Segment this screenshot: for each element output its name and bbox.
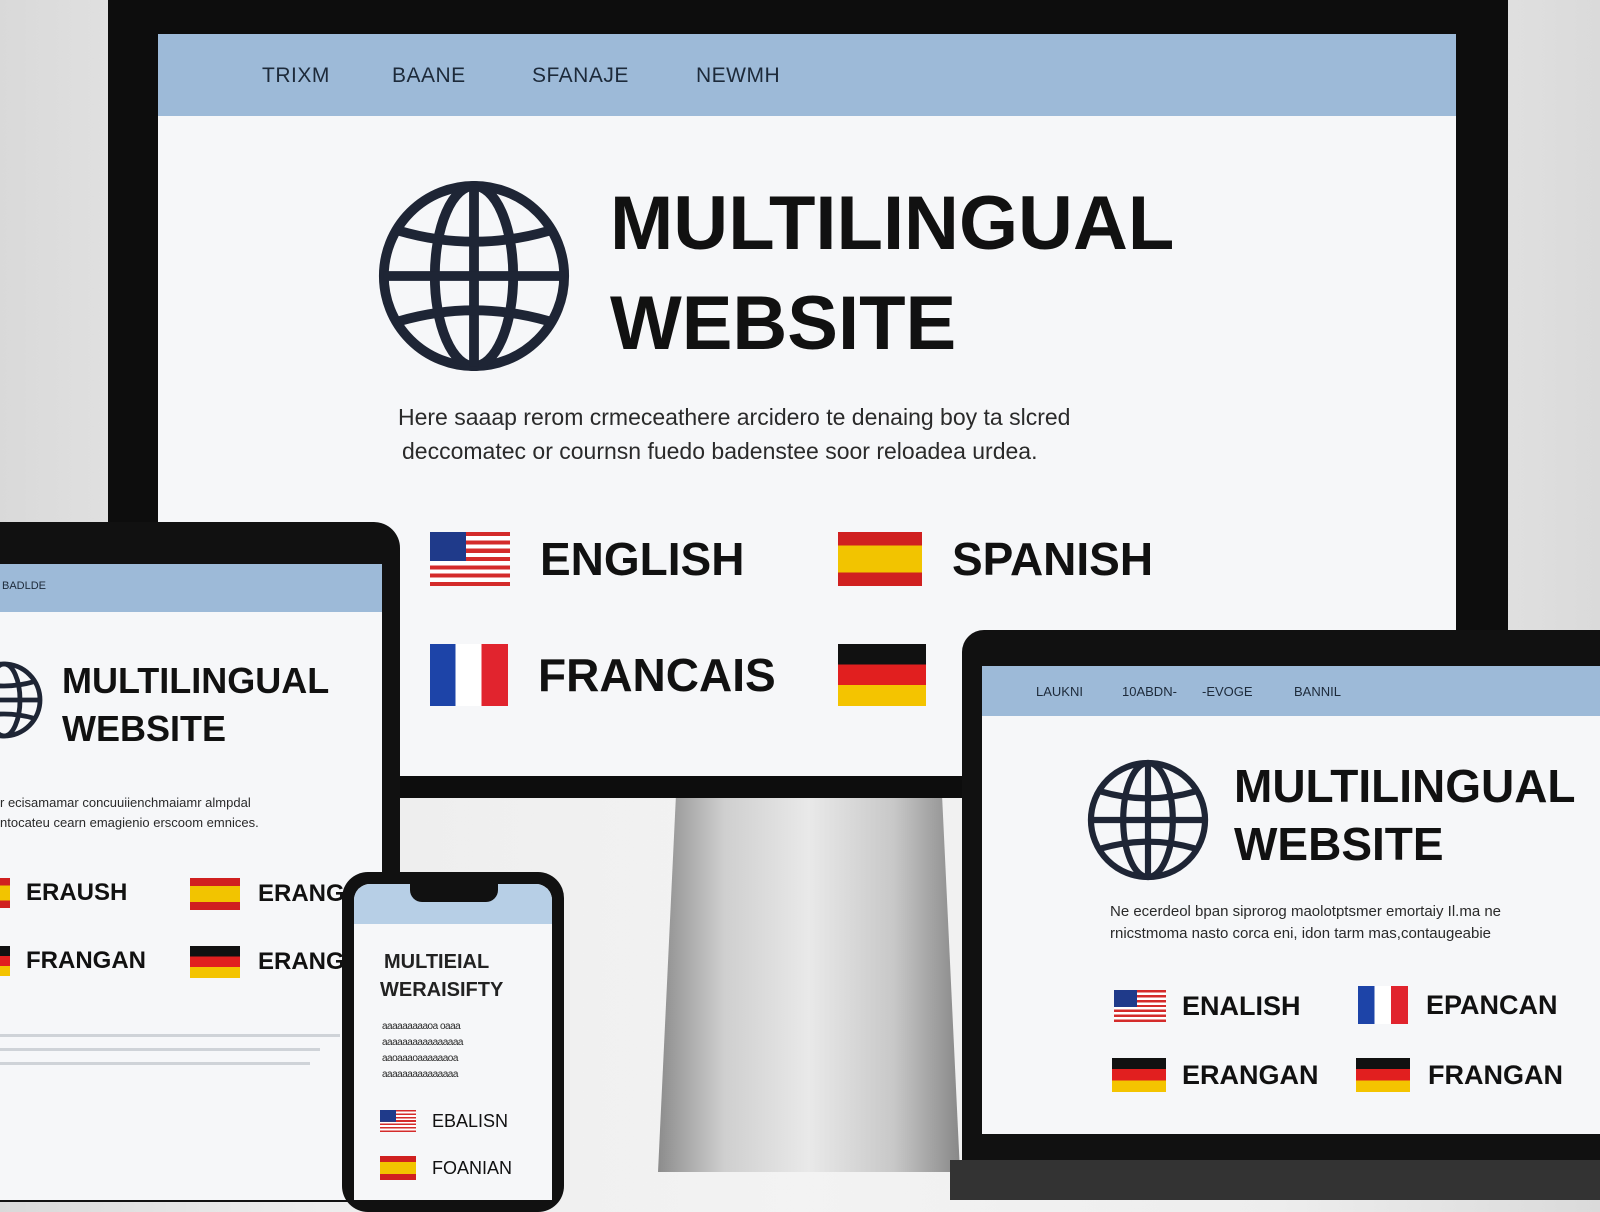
- phone-language-option[interactable]: FOANIAN: [380, 1156, 512, 1180]
- nav-item-2[interactable]: BAANE: [392, 64, 466, 88]
- tablet-screen: BADLDE MULTILINGUAL WEBSITE r ecisamamar…: [0, 564, 382, 1200]
- germany-flag-icon: [190, 946, 240, 978]
- laptop-nav-bar: LAUKNI 10ABDN- -EVOGE BANNIL: [982, 666, 1600, 716]
- language-label: FRANCAIS: [538, 649, 776, 701]
- laptop-language-option[interactable]: ENALISH: [1114, 990, 1301, 1022]
- tablet-description-line2: ntocateu cearn emagienio erscoom emnices…: [0, 815, 259, 830]
- monitor-nav-bar: TRIXM BAANE SFANAJE NEWMH: [158, 34, 1456, 116]
- spain-flag-icon: [838, 532, 922, 586]
- laptop-language-option[interactable]: EPANCAN: [1358, 986, 1558, 1024]
- laptop-screen: LAUKNI 10ABDN- -EVOGE BANNIL MULTILINGUA…: [982, 666, 1600, 1134]
- language-label: ERANG: [258, 948, 345, 975]
- divider: [0, 1062, 310, 1065]
- phone-description-line: aaaaaaaaaoa oaaa: [382, 1021, 461, 1032]
- laptop-title-line1: MULTILINGUAL: [1234, 760, 1576, 812]
- tablet-language-option[interactable]: ERAUSH: [0, 878, 127, 908]
- tablet-title-line1: MULTILINGUAL: [62, 660, 330, 701]
- germany-flag-icon: [838, 644, 926, 706]
- language-label: SPANISH: [952, 533, 1154, 585]
- spain-flag-icon: [190, 878, 240, 910]
- tablet-nav-item[interactable]: BADLDE: [2, 580, 46, 592]
- laptop-language-option[interactable]: ERANGAN: [1112, 1058, 1319, 1092]
- language-option-spanish[interactable]: SPANISH: [838, 532, 1153, 586]
- phone-screen: MULTIEIAL WERAISIFTY aaaaaaaaaoa oaaa aa…: [354, 884, 552, 1200]
- page-title-line1: MULTILINGUAL: [610, 181, 1175, 266]
- phone-title-line2: WERAISIFTY: [380, 979, 504, 1001]
- spain-flag-icon: [0, 878, 10, 908]
- germany-flag-icon: [0, 946, 10, 976]
- language-label: ERANG: [258, 880, 345, 907]
- laptop-nav-item-4[interactable]: BANNIL: [1294, 684, 1341, 699]
- language-option-english[interactable]: ENGLISH: [430, 532, 744, 586]
- us-flag-icon: [430, 532, 510, 586]
- laptop-language-option[interactable]: FRANGAN: [1356, 1058, 1563, 1092]
- tablet-language-option[interactable]: ERANG: [190, 946, 345, 978]
- laptop-description-line2: rnicstmoma nasto corca eni, idon tarm ma…: [1110, 925, 1492, 942]
- divider: [0, 1048, 320, 1051]
- germany-flag-icon: [1112, 1058, 1166, 1092]
- phone-title-line1: MULTIEIAL: [384, 951, 490, 973]
- us-flag-icon: [1114, 990, 1166, 1022]
- tablet-language-option[interactable]: ERANG: [190, 878, 345, 910]
- globe-icon: [378, 180, 570, 372]
- language-label: FRANGAN: [26, 947, 146, 974]
- tablet-nav-bar: BADLDE: [0, 564, 382, 612]
- description-line1: Here saaap rerom crmeceathere arcidero t…: [398, 404, 1071, 430]
- laptop-nav-item-2[interactable]: 10ABDN-: [1122, 684, 1177, 699]
- language-option-german[interactable]: [838, 644, 926, 706]
- language-option-francais[interactable]: FRANCAIS: [430, 644, 776, 706]
- phone-description-line: aaaaaaaaaaaaaaaa: [382, 1037, 463, 1048]
- description-line2: deccomatec or cournsn fuedo badenstee so…: [402, 438, 1038, 464]
- language-label: ERANGAN: [1182, 1059, 1319, 1090]
- france-flag-icon: [430, 644, 508, 706]
- tablet-title-line2: WEBSITE: [62, 708, 227, 749]
- language-label: ERAUSH: [26, 879, 128, 906]
- tablet-language-option[interactable]: FRANGAN: [0, 946, 146, 976]
- germany-flag-icon: [1356, 1058, 1410, 1092]
- divider: [0, 1034, 340, 1037]
- phone-description-line: aaaaaaaaaaaaaaa: [382, 1069, 458, 1080]
- language-label: FOANIAN: [432, 1157, 513, 1178]
- laptop-description-line1: Ne ecerdeol bpan siprorog maolotptsmer e…: [1110, 903, 1502, 920]
- laptop-nav-item-1[interactable]: LAUKNI: [1036, 684, 1083, 699]
- laptop-title-line2: WEBSITE: [1234, 818, 1444, 870]
- tablet-description-line1: r ecisamamar concuuiienchmaiamr almpdal: [0, 795, 251, 810]
- language-label: EPANCAN: [1426, 989, 1558, 1020]
- france-flag-icon: [1358, 986, 1408, 1024]
- page-title-line2: WEBSITE: [610, 281, 957, 366]
- language-label: EBALISN: [432, 1110, 509, 1131]
- language-label: ENALISH: [1182, 990, 1301, 1021]
- nav-item-3[interactable]: SFANAJE: [532, 64, 629, 88]
- laptop-keyboard-base: [950, 1160, 1600, 1200]
- nav-item-4[interactable]: NEWMH: [696, 64, 780, 88]
- phone-notch: [410, 884, 498, 902]
- monitor-stand: [658, 792, 960, 1172]
- us-flag-icon: [380, 1110, 416, 1132]
- phone-language-option[interactable]: EBALISN: [380, 1110, 508, 1132]
- language-label: ENGLISH: [540, 533, 745, 585]
- globe-icon: [0, 661, 43, 739]
- spain-flag-icon: [380, 1156, 416, 1180]
- nav-item-1[interactable]: TRIXM: [262, 64, 330, 88]
- language-label: FRANGAN: [1428, 1059, 1563, 1090]
- globe-icon: [1087, 759, 1209, 881]
- phone-description-line: aaoaaaoaaaaaaoa: [382, 1053, 458, 1064]
- laptop-nav-item-3[interactable]: -EVOGE: [1202, 684, 1253, 699]
